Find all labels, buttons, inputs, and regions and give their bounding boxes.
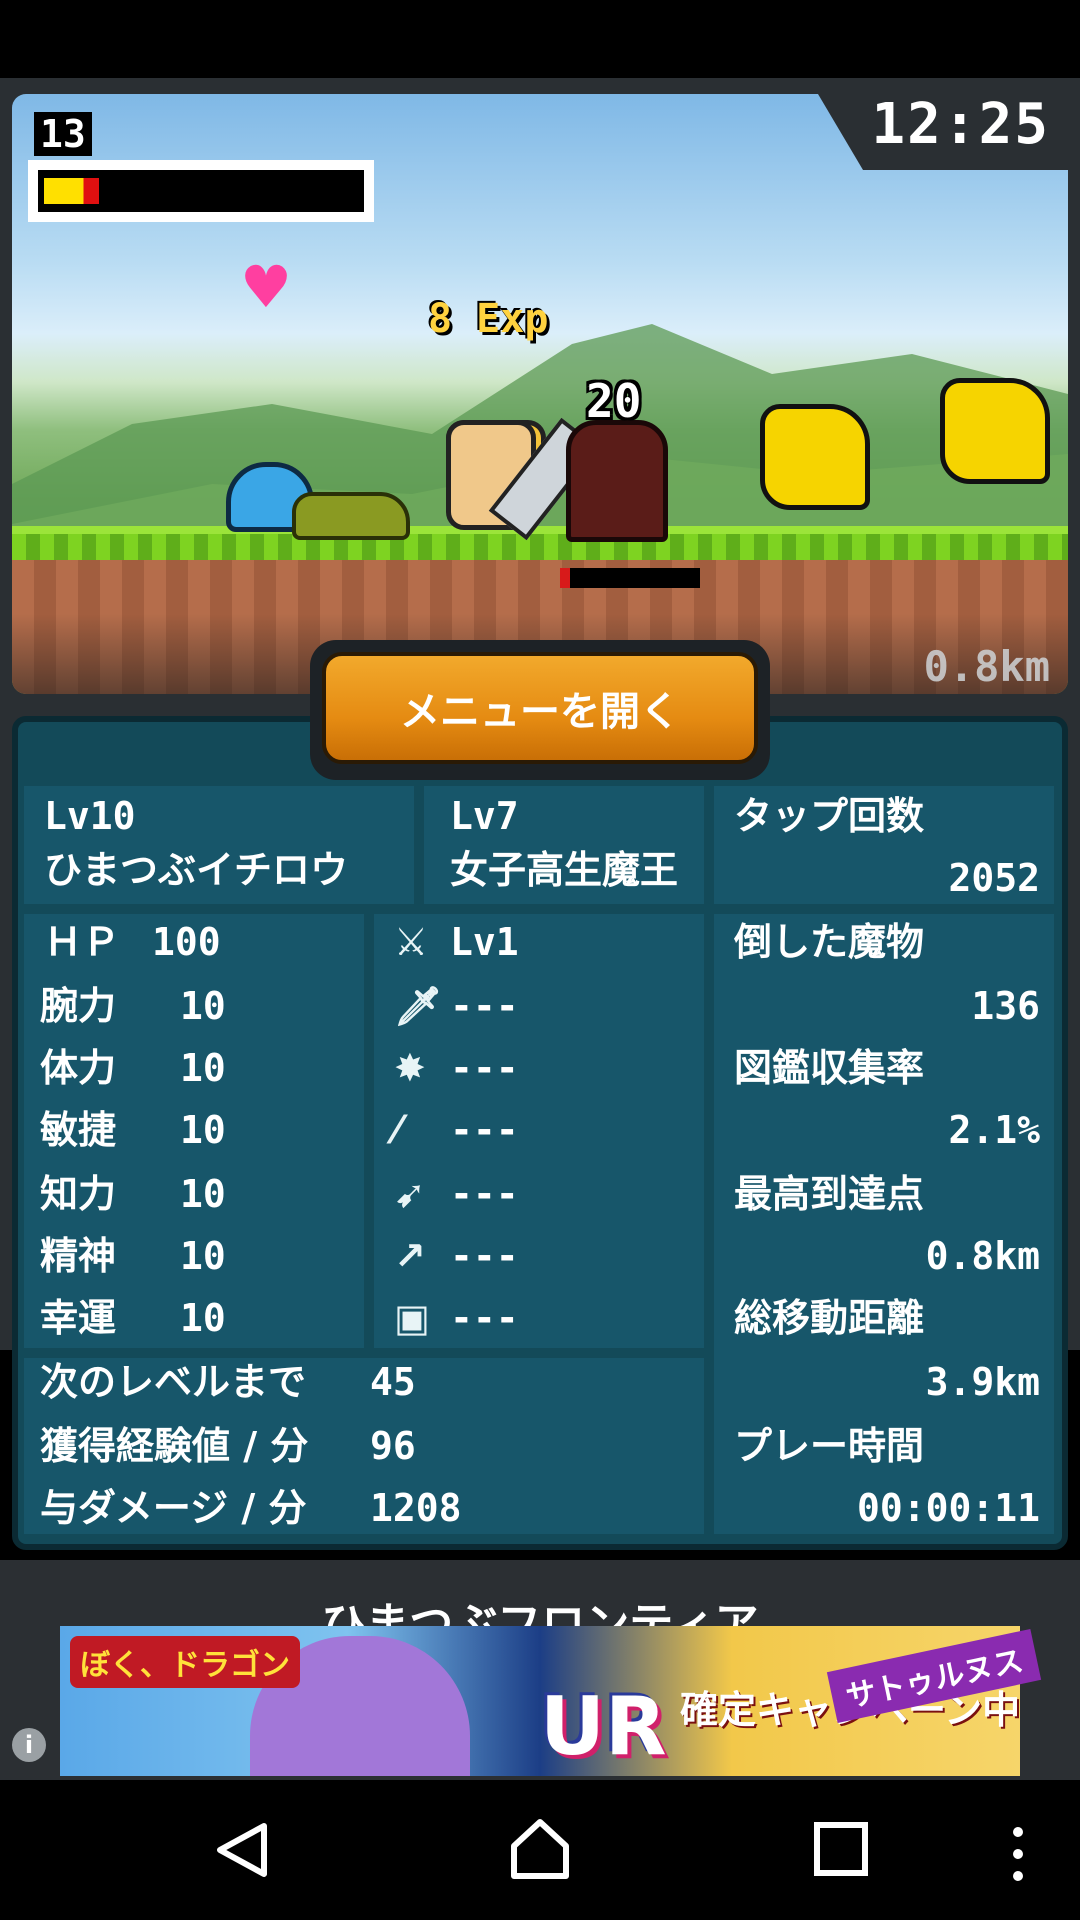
progress-label-next-level: 次のレベルまで bbox=[40, 1360, 307, 1404]
stat-label-hp: ＨＰ bbox=[44, 920, 121, 964]
equip-value-claw: --- bbox=[450, 1046, 519, 1090]
player-level: 13 bbox=[34, 112, 92, 156]
record-label-play-time: プレー時間 bbox=[734, 1424, 925, 1468]
claw-icon: ✸ bbox=[394, 1046, 426, 1090]
record-value-taps: 2052 bbox=[948, 856, 1040, 900]
record-value-best-distance: 0.8km bbox=[925, 1234, 1040, 1278]
record-label-best-distance: 最高到達点 bbox=[734, 1172, 925, 1216]
progress-value-next-level: 45 bbox=[370, 1360, 416, 1404]
equip-value-sword: Lv1 bbox=[450, 920, 519, 964]
stat-label-agi: 敏捷 bbox=[40, 1108, 117, 1152]
record-value-dex: 2.1% bbox=[948, 1108, 1040, 1152]
dagger-icon: 🗡 bbox=[394, 984, 443, 1028]
enemy-monster bbox=[566, 420, 668, 542]
ad-logo[interactable]: ぼく、ドラゴン bbox=[70, 1636, 300, 1688]
stat-value-vit: 10 bbox=[180, 1046, 226, 1090]
partner-name: 女子高生魔王 bbox=[450, 848, 679, 892]
record-label-dex: 図鑑収集率 bbox=[734, 1046, 925, 1090]
equip-value-dagger: --- bbox=[450, 984, 519, 1028]
navigation-bar bbox=[0, 1780, 1080, 1920]
record-label-total-distance: 総移動距離 bbox=[734, 1296, 925, 1340]
record-value-play-time: 00:00:11 bbox=[856, 1486, 1040, 1530]
record-label-kills: 倒した魔物 bbox=[734, 920, 925, 964]
record-value-total-distance: 3.9km bbox=[925, 1360, 1040, 1404]
open-menu-button[interactable]: メニューを開く bbox=[322, 652, 758, 764]
progress-label-exp-rate: 獲得経験値 / 分 bbox=[40, 1424, 309, 1468]
progress-value-exp-rate: 96 bbox=[370, 1424, 416, 1468]
hero-name: ひまつぶイチロウ bbox=[44, 848, 349, 892]
stat-label-mnd: 精神 bbox=[40, 1234, 117, 1278]
stat-value-agi: 10 bbox=[180, 1108, 226, 1152]
yellow-bird-enemy bbox=[940, 378, 1050, 484]
more-options-icon[interactable] bbox=[1006, 1824, 1030, 1884]
equip-value-spear: --- bbox=[450, 1108, 519, 1152]
recents-icon[interactable] bbox=[812, 1820, 870, 1878]
heart-icon: ♥ bbox=[240, 253, 292, 321]
stat-value-hp: 100 bbox=[152, 920, 221, 964]
equip-value-bow: --- bbox=[450, 1172, 519, 1216]
damage-popup: 20 bbox=[586, 374, 642, 428]
shield-icon: ▣ bbox=[394, 1296, 430, 1340]
home-icon[interactable] bbox=[508, 1816, 572, 1882]
bow-icon: ➹ bbox=[394, 1172, 426, 1216]
staff-icon: ↗ bbox=[394, 1234, 426, 1278]
ad-info-icon[interactable]: i bbox=[12, 1728, 46, 1762]
stat-label-str: 腕力 bbox=[40, 984, 117, 1028]
yellow-bird-enemy bbox=[760, 404, 870, 510]
partner-level: Lv7 bbox=[450, 794, 519, 838]
clock: 12:25 bbox=[871, 92, 1050, 157]
hero-level: Lv10 bbox=[44, 794, 136, 838]
progress-value-damage-rate: 1208 bbox=[370, 1486, 462, 1530]
stat-value-str: 10 bbox=[180, 984, 226, 1028]
distance-readout: 0.8km bbox=[923, 642, 1050, 691]
defeated-lizard bbox=[292, 492, 410, 540]
sword-icon: ⚔ bbox=[394, 920, 429, 964]
record-value-kills: 136 bbox=[971, 984, 1040, 1028]
progress-label-damage-rate: 与ダメージ / 分 bbox=[40, 1486, 307, 1530]
exp-popup: 8 Exp bbox=[428, 296, 549, 342]
spear-icon: ⁄ bbox=[394, 1108, 401, 1152]
equipment-cell bbox=[374, 914, 704, 1348]
stat-label-vit: 体力 bbox=[40, 1046, 117, 1090]
record-label-taps: タップ回数 bbox=[734, 794, 925, 838]
back-icon[interactable] bbox=[212, 1820, 272, 1880]
ad-headline[interactable]: UR bbox=[540, 1680, 667, 1773]
grass bbox=[12, 534, 1068, 560]
equip-value-staff: --- bbox=[450, 1234, 519, 1278]
hp-fill bbox=[44, 178, 99, 204]
stat-value-mnd: 10 bbox=[180, 1234, 226, 1278]
enemy-hp-fill bbox=[560, 568, 570, 588]
stat-label-int: 知力 bbox=[40, 1172, 117, 1216]
stat-value-int: 10 bbox=[180, 1172, 226, 1216]
stat-label-luk: 幸運 bbox=[40, 1296, 117, 1340]
enemy-hp-bar bbox=[560, 568, 700, 588]
status-bar bbox=[0, 0, 1080, 78]
stat-value-luk: 10 bbox=[180, 1296, 226, 1340]
equip-value-shield: --- bbox=[450, 1296, 519, 1340]
